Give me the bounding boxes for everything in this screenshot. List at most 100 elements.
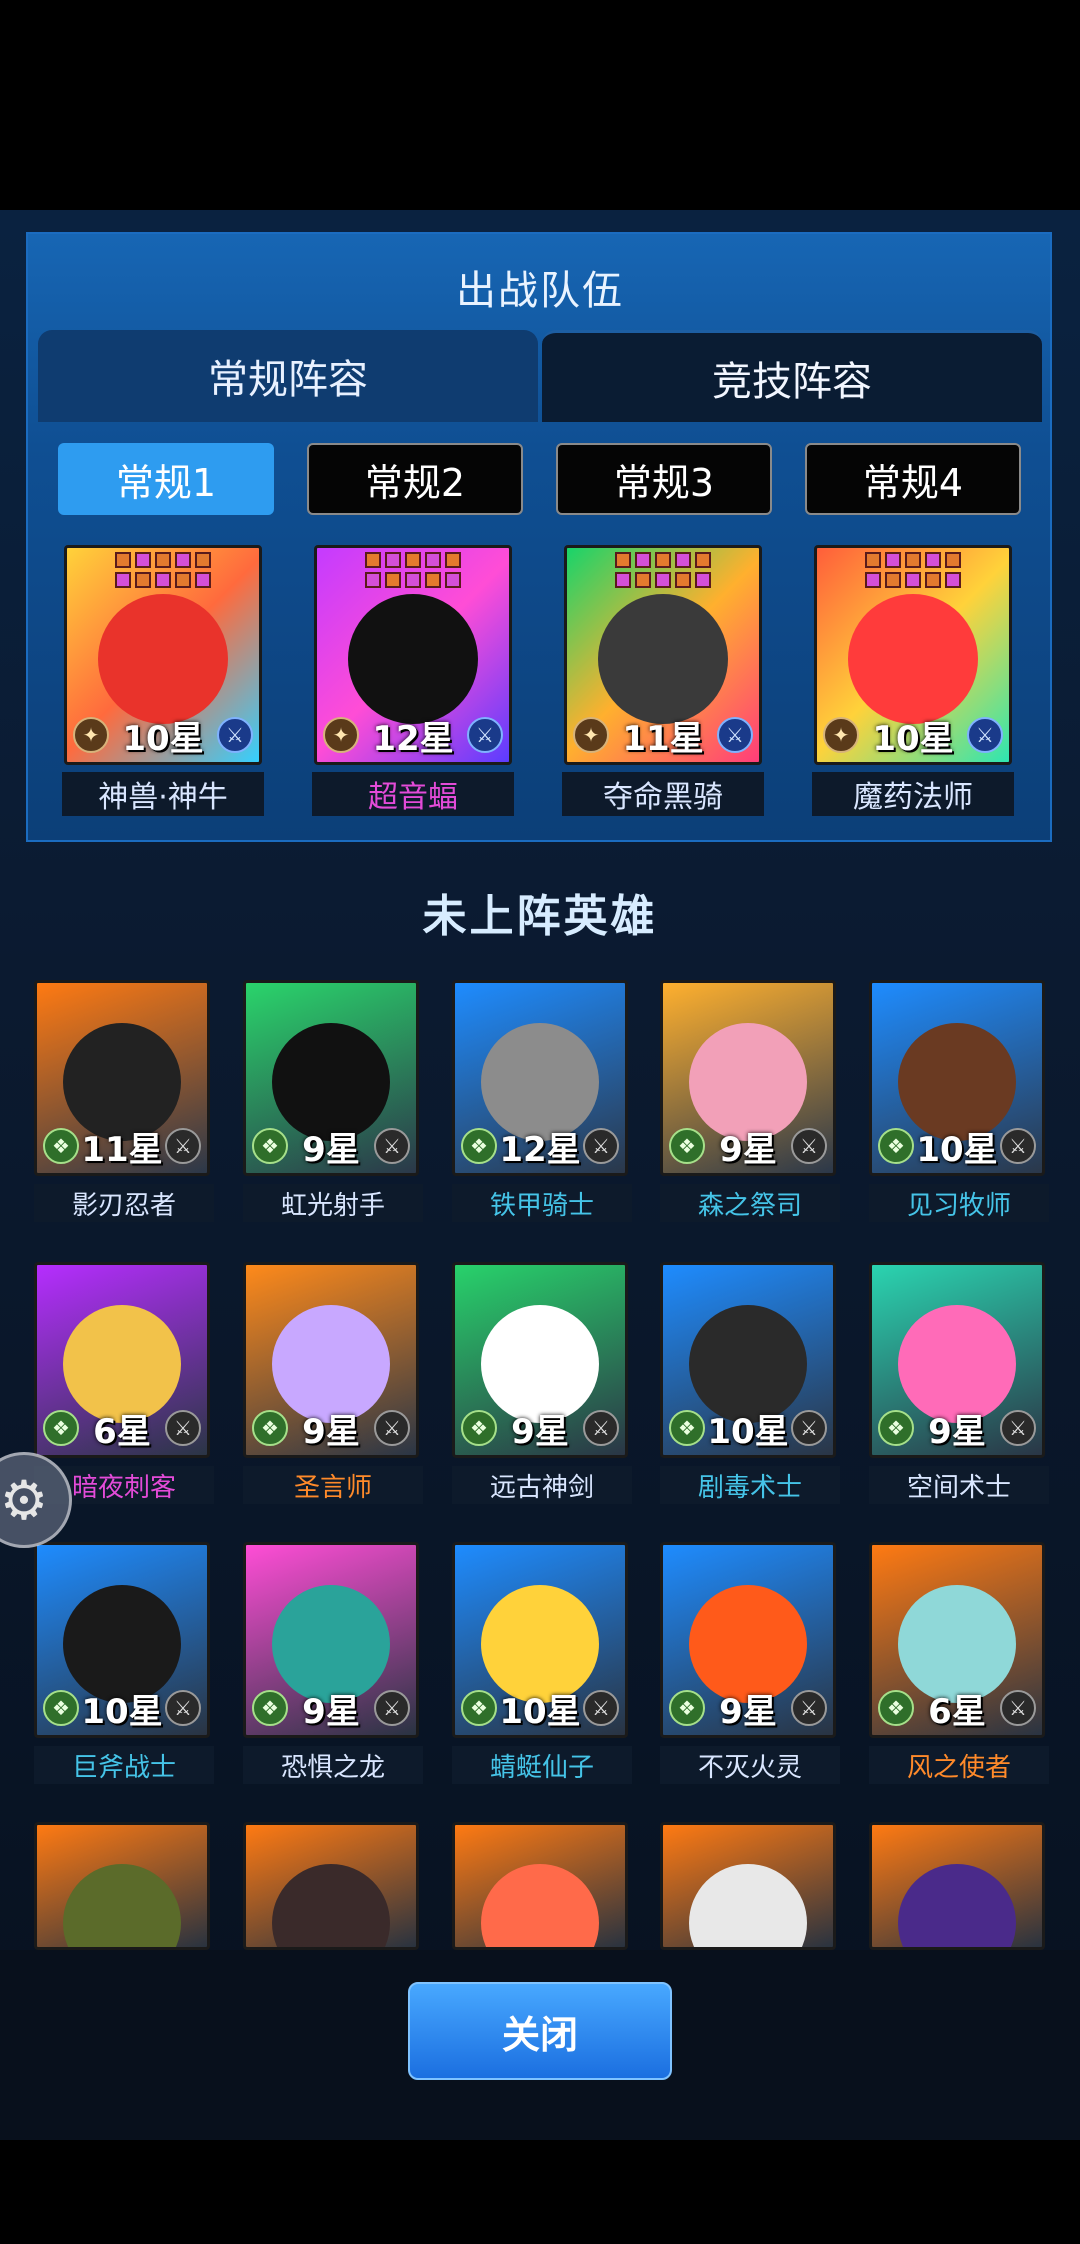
star-rank-grid — [615, 552, 711, 588]
class-icon: ❖ — [252, 1690, 288, 1726]
subtab-regular-1[interactable]: 常规1 — [58, 443, 274, 515]
roster-hero-card[interactable]: ❖ 10星 ⚔ — [34, 1542, 210, 1738]
class-icon: ❖ — [252, 1128, 288, 1164]
role-icon: ⚔ — [582, 1410, 619, 1446]
class-icon: ❖ — [461, 1690, 497, 1726]
tab-arena-lineup[interactable]: 竞技阵容 — [542, 330, 1042, 422]
role-icon: ⚔ — [164, 1128, 201, 1164]
tab-regular-lineup[interactable]: 常规阵容 — [38, 330, 538, 422]
roster-hero-card[interactable]: ❖ 9星 ⚔ — [660, 1542, 836, 1738]
hero-level: 6星 — [93, 1411, 151, 1452]
roster-hero-name: 圣言师 — [243, 1466, 423, 1504]
roster-hero-name: 恐惧之龙 — [243, 1746, 423, 1784]
role-icon: ⚔ — [582, 1690, 619, 1726]
hero-level: 10星 — [122, 718, 204, 759]
roster-hero-name: 虹光射手 — [243, 1184, 423, 1222]
hero-level: 9星 — [302, 1411, 360, 1452]
role-icon: ⚔ — [999, 1690, 1036, 1726]
hero-level: 9星 — [302, 1129, 360, 1170]
hero-level: 9星 — [302, 1691, 360, 1732]
star-rank-grid — [365, 552, 461, 588]
roster-hero-card[interactable]: ❖ 6星 ⚔ — [869, 1542, 1045, 1738]
roster-hero-name: 影刃忍者 — [34, 1184, 214, 1222]
class-icon: ✦ — [323, 717, 359, 753]
hero-level: 6星 — [928, 1691, 986, 1732]
hero-level: 11星 — [81, 1129, 163, 1170]
role-icon: ⚔ — [966, 717, 1003, 753]
class-icon: ❖ — [669, 1128, 705, 1164]
role-icon: ⚔ — [164, 1410, 201, 1446]
hero-level: 9星 — [928, 1411, 986, 1452]
roster-hero-name: 远古神剑 — [452, 1466, 632, 1504]
subtab-regular-2[interactable]: 常规2 — [307, 443, 523, 515]
roster-hero-name: 剧毒术士 — [660, 1466, 840, 1504]
roster-hero-card[interactable] — [660, 1822, 836, 1950]
roster-hero-card[interactable]: ❖ 10星 ⚔ — [660, 1262, 836, 1458]
class-icon: ❖ — [669, 1690, 705, 1726]
role-icon: ⚔ — [716, 717, 753, 753]
hero-level: 10星 — [81, 1691, 163, 1732]
close-button[interactable]: 关闭 — [408, 1982, 672, 2080]
roster-hero-card[interactable] — [452, 1822, 628, 1950]
role-icon: ⚔ — [373, 1410, 410, 1446]
roster-hero-card[interactable]: ❖ 9星 ⚔ — [243, 1542, 419, 1738]
hero-level: 9星 — [719, 1129, 777, 1170]
hero-portrait — [848, 594, 978, 725]
role-icon: ⚔ — [466, 717, 503, 753]
roster-hero-card[interactable]: ❖ 9星 ⚔ — [243, 1262, 419, 1458]
class-icon: ❖ — [878, 1410, 914, 1446]
subtab-regular-4[interactable]: 常规4 — [805, 443, 1021, 515]
hero-portrait — [98, 594, 228, 725]
team-hero-card[interactable]: ✦ 11星 ⚔ — [564, 545, 762, 765]
roster-hero-card[interactable]: ❖ 9星 ⚔ — [452, 1262, 628, 1458]
roster-title: 未上阵英雄 — [422, 891, 658, 942]
role-icon: ⚔ — [164, 1690, 201, 1726]
class-icon: ❖ — [878, 1690, 914, 1726]
roster-hero-card[interactable]: ❖ 9星 ⚔ — [869, 1262, 1045, 1458]
hero-level: 9星 — [511, 1411, 569, 1452]
roster-hero-card[interactable]: ❖ 6星 ⚔ — [34, 1262, 210, 1458]
class-icon: ❖ — [461, 1410, 497, 1446]
panel-title: 出战队伍 — [456, 268, 624, 314]
class-icon: ❖ — [669, 1410, 705, 1446]
role-icon: ⚔ — [216, 717, 253, 753]
class-icon: ❖ — [43, 1690, 79, 1726]
roster-hero-name: 不灭火灵 — [660, 1746, 840, 1784]
role-icon: ⚔ — [999, 1128, 1036, 1164]
roster-hero-card[interactable]: ❖ 10星 ⚔ — [869, 980, 1045, 1176]
hero-level: 10星 — [916, 1129, 998, 1170]
team-hero-name: 神兽·神牛 — [62, 772, 264, 816]
roster-hero-name: 空间术士 — [869, 1466, 1049, 1504]
roster-hero-card[interactable] — [34, 1822, 210, 1950]
hero-level: 10星 — [707, 1411, 789, 1452]
team-hero-card[interactable]: ✦ 10星 ⚔ — [64, 545, 262, 765]
star-rank-grid — [865, 552, 961, 588]
class-icon: ✦ — [823, 717, 859, 753]
roster-hero-card[interactable] — [869, 1822, 1045, 1950]
team-hero-name: 超音蝠 — [312, 772, 514, 816]
class-icon: ✦ — [573, 717, 609, 753]
team-hero-card[interactable]: ✦ 10星 ⚔ — [814, 545, 1012, 765]
roster-hero-card[interactable]: ❖ 12星 ⚔ — [452, 980, 628, 1176]
class-icon: ❖ — [252, 1410, 288, 1446]
class-icon: ❖ — [461, 1128, 497, 1164]
role-icon: ⚔ — [373, 1128, 410, 1164]
role-icon: ⚔ — [582, 1128, 619, 1164]
team-hero-card[interactable]: ✦ 12星 ⚔ — [314, 545, 512, 765]
subtab-regular-3[interactable]: 常规3 — [556, 443, 772, 515]
star-rank-grid — [115, 552, 211, 588]
hero-level: 11星 — [622, 718, 704, 759]
role-icon: ⚔ — [790, 1690, 827, 1726]
hero-level: 10星 — [499, 1691, 581, 1732]
roster-hero-card[interactable]: ❖ 9星 ⚔ — [243, 980, 419, 1176]
role-icon: ⚔ — [790, 1410, 827, 1446]
roster-hero-name: 见习牧师 — [869, 1184, 1049, 1222]
hero-portrait — [348, 594, 478, 725]
roster-hero-card[interactable]: ❖ 10星 ⚔ — [452, 1542, 628, 1738]
hero-level: 10星 — [872, 718, 954, 759]
roster-hero-card[interactable]: ❖ 11星 ⚔ — [34, 980, 210, 1176]
roster-hero-card[interactable] — [243, 1822, 419, 1950]
hero-portrait — [598, 594, 728, 725]
team-hero-name: 魔药法师 — [812, 772, 1014, 816]
roster-hero-card[interactable]: ❖ 9星 ⚔ — [660, 980, 836, 1176]
